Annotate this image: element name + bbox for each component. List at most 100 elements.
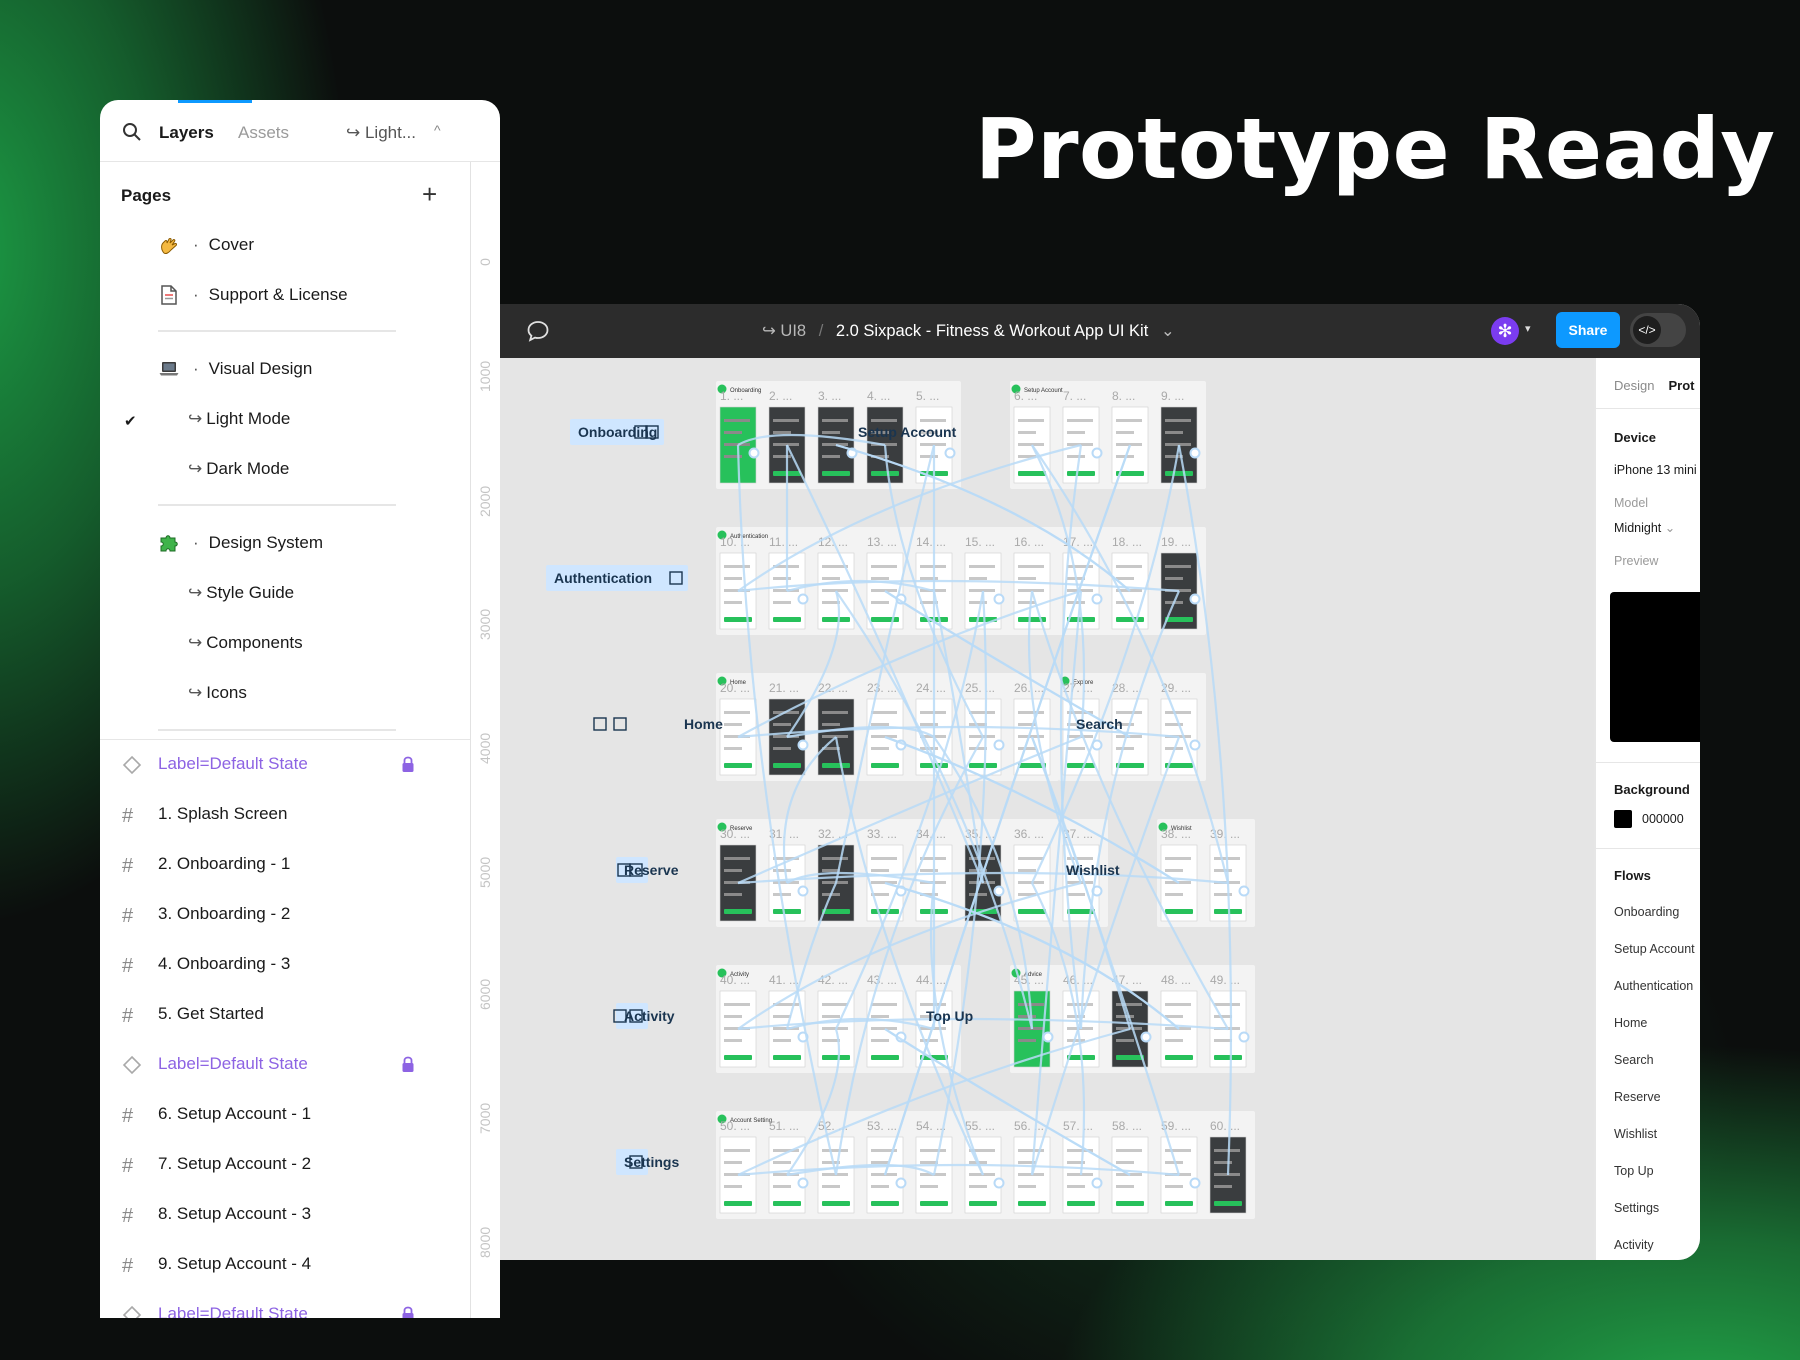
device-select[interactable]: iPhone 13 mini [1614,463,1697,477]
flow-badge-activity[interactable]: Activity [616,1003,675,1029]
tab-assets[interactable]: Assets [238,123,289,143]
chevron-up-icon[interactable]: ^ [434,122,441,138]
frame-number: 6. ... [1014,389,1037,403]
page-item-icons[interactable]: ↪ Icons [188,683,247,703]
tab-design[interactable]: Design [1614,378,1654,393]
prototype-flow-canvas[interactable]: Onboarding 1. ... 2. ... 3. ... 4. ... 5. ...… [470,358,1594,1260]
flow-badge-reserve[interactable]: Reserve [616,857,679,883]
flow-item[interactable]: Settings [1614,1201,1659,1215]
screen-content-line [1116,1149,1142,1152]
screen-content-line [773,601,791,604]
page-label: Icons [206,683,247,702]
layer-row[interactable]: # 7. Setup Account - 2 [100,1145,470,1185]
comment-icon[interactable] [526,320,550,342]
layer-row[interactable]: # 2. Onboarding - 1 [100,845,470,885]
screen-content-line [724,857,750,860]
flow-item[interactable]: Top Up [1614,1164,1654,1178]
model-select[interactable]: Midnight ⌄ [1614,520,1675,535]
subpage-arrow-icon: ↪ [188,633,203,652]
team-name[interactable]: UI8 [780,322,806,340]
code-icon: </> [1633,316,1661,344]
flow-badge-onboarding[interactable]: Onboarding [570,419,664,445]
screen-cta-button [871,617,899,622]
layer-row[interactable]: # 1. Splash Screen [100,795,470,835]
flow-item[interactable]: Home [1614,1016,1647,1030]
layer-row[interactable]: # 9. Setup Account - 4 [100,1245,470,1285]
page-item-style-guide[interactable]: ↪ Style Guide [188,583,294,603]
connection-node [1189,1177,1201,1189]
screen-content-line [822,577,840,580]
flow-item[interactable]: Authentication [1614,979,1693,993]
flow-item[interactable]: Setup Account [1614,942,1695,956]
search-icon[interactable] [122,122,142,142]
background-hex[interactable]: 000000 [1642,812,1684,826]
current-page-selector[interactable]: ↪ Light... [346,123,416,143]
add-page-button[interactable]: + [422,181,437,207]
page-label: Support & License [208,285,348,304]
flow-item[interactable]: Search [1614,1053,1654,1067]
screen-content-line [1067,1185,1085,1188]
screen-content-line [920,1185,938,1188]
lock-icon[interactable] [401,1305,415,1318]
connection-node [797,739,809,751]
page-item-light-mode[interactable]: ↪ Light Mode [188,409,290,429]
bullet: · [193,359,199,378]
connection-node [1091,1177,1103,1189]
page-item-cover[interactable]: · Cover [193,235,254,255]
layer-row[interactable]: Label=Default State [100,1295,470,1318]
snowflake-icon[interactable]: ✻ [1491,317,1519,345]
properties-tabs[interactable]: Design Prot [1614,378,1694,393]
screen-content-line [1018,419,1044,422]
breadcrumb-separator: / [818,322,824,340]
checkmark-icon: ✔ [124,413,137,430]
screen-cta-button [773,763,801,768]
connection-node [1189,593,1201,605]
layer-row[interactable]: # 5. Get Started [100,995,470,1035]
tab-prototype[interactable]: Prot [1668,378,1694,393]
screen-content-line [724,601,742,604]
tab-layers[interactable]: Layers [159,123,214,143]
page-item-support-license[interactable]: · Support & License [193,285,348,305]
file-menu-chevron-icon[interactable]: ⌄ [1161,322,1175,340]
connection-node [1091,593,1103,605]
layer-name: 8. Setup Account - 3 [158,1204,312,1223]
frame-number: 16. ... [1014,535,1044,549]
screen-content-line [822,419,848,422]
layer-row[interactable]: # 8. Setup Account - 3 [100,1195,470,1235]
frame-icon: # [122,1105,134,1127]
layer-row[interactable]: Label=Default State [100,745,470,785]
page-item-design-system[interactable]: · Design System [193,533,323,553]
flow-item[interactable]: Activity [1614,1238,1654,1252]
file-name[interactable]: 2.0 Sixpack - Fitness & Workout App UI K… [836,322,1148,340]
screen-content-line [920,419,946,422]
lock-icon[interactable] [401,755,415,773]
connection-node [1042,1031,1054,1043]
frame-number: 49. ... [1210,973,1240,987]
share-button[interactable]: Share [1556,312,1620,348]
screen-cta-button [871,763,899,768]
file-breadcrumb[interactable]: ↪ UI8 / 2.0 Sixpack - Fitness & Workout … [762,321,1175,341]
layer-row[interactable]: Label=Default State [100,1045,470,1085]
screen-content-line [724,431,742,434]
page-item-visual-design[interactable]: · Visual Design [193,359,312,379]
flow-item[interactable]: Wishlist [1614,1127,1657,1141]
screen-content-line [822,589,848,592]
dev-mode-toggle[interactable]: </> [1630,313,1686,347]
page-item-dark-mode[interactable]: ↪ Dark Mode [188,459,289,479]
flow-item[interactable]: Onboarding [1614,905,1679,919]
frame-icon: # [122,1155,134,1177]
frame-number: 24. ... [916,681,946,695]
component-icon [122,1055,142,1075]
layer-row[interactable]: # 4. Onboarding - 3 [100,945,470,985]
screen-content-line [1018,443,1044,446]
layer-row[interactable]: # 3. Onboarding - 2 [100,895,470,935]
flow-badge-authentication[interactable]: Authentication [546,565,688,591]
background-swatch[interactable] [1614,810,1632,828]
flow-item[interactable]: Reserve [1614,1090,1661,1104]
lock-icon[interactable] [401,1055,415,1073]
layer-row[interactable]: # 6. Setup Account - 1 [100,1095,470,1135]
avatar-chevron-down-icon[interactable]: ▾ [1525,322,1531,335]
connection-node [1189,447,1201,459]
page-item-components[interactable]: ↪ Components [188,633,303,653]
flow-badge-settings[interactable]: Settings [616,1149,679,1175]
